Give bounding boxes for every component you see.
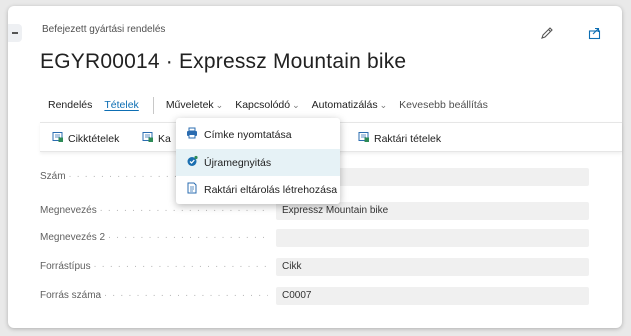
leader-dots: · · · · · · · · · · · · · · · · · · · · … — [99, 205, 268, 216]
tab-tetelek[interactable]: Tételek — [104, 99, 138, 111]
field-label-text: Megnevezés — [40, 205, 97, 216]
pencil-icon[interactable] — [540, 26, 554, 45]
printer-icon — [186, 127, 198, 142]
tab-rendeles[interactable]: Rendelés — [48, 99, 92, 111]
tab-automatizalas[interactable]: Automatizálás ⌄ — [312, 99, 388, 111]
field-megnevezes-2[interactable] — [276, 229, 589, 247]
reopen-icon — [186, 155, 198, 170]
ledger-icon — [52, 131, 64, 146]
cikktetelek-label: Cikktételek — [68, 132, 120, 145]
chevron-down-icon: ⌄ — [215, 100, 224, 110]
tab-automatizalas-label: Automatizálás — [311, 99, 378, 111]
menu-item-label: Raktári eltárolás létrehozása — [204, 183, 338, 196]
document-icon — [186, 182, 198, 197]
field-label-text: Megnevezés 2 — [40, 232, 106, 243]
collapse-pane-button[interactable] — [8, 24, 22, 42]
raktari-tetelek-button[interactable]: Raktári tételek — [358, 131, 441, 146]
field-forrastipus[interactable]: Cikk — [276, 258, 589, 276]
page-card: Befejezett gyártási rendelés EGYR00014 ·… — [8, 6, 622, 328]
raktari-tetelek-label: Raktári tételek — [374, 132, 442, 145]
field-label-megnevezes-2: Megnevezés 2 · · · · · · · · · · · · · ·… — [40, 232, 268, 243]
cikktetelek-button[interactable]: Cikktételek — [52, 131, 119, 146]
tab-muveletek[interactable]: Műveletek ⌄ — [166, 99, 223, 111]
field-label-forrastipus: Forrástípus · · · · · · · · · · · · · · … — [40, 261, 268, 272]
field-label-text: Szám — [40, 171, 66, 182]
ka-button[interactable]: Ka — [142, 131, 171, 146]
action-tabs: Rendelés Tételek Műveletek ⌄ Kapcsolódó ⌄ … — [48, 96, 500, 114]
page-subtitle: Befejezett gyártási rendelés — [42, 24, 166, 35]
muveletek-dropdown-menu: Címke nyomtatása Újramegnyitás Raktári e… — [176, 118, 340, 204]
tab-muveletek-label: Műveletek — [165, 99, 214, 111]
tab-kevesebb-beallitas[interactable]: Kevesebb beállítás — [399, 99, 488, 111]
ledger-icon — [358, 131, 370, 146]
leader-dots: · · · · · · · · · · · · · · · · · · · · … — [93, 261, 268, 272]
field-label-text: Forrástípus — [40, 261, 91, 272]
leader-dots: · · · · · · · · · · · · · · · · · · · · … — [103, 290, 268, 301]
field-forras-szama[interactable]: C0007 — [276, 287, 589, 305]
field-label-forras-szama: Forrás száma · · · · · · · · · · · · · ·… — [40, 290, 268, 301]
menu-item-raktari-eltarolas-letrehozasa[interactable]: Raktári eltárolás létrehozása — [176, 176, 340, 203]
chevron-down-icon: ⌄ — [292, 100, 300, 110]
menu-item-ujramegnyitas[interactable]: Újramegnyitás — [176, 149, 340, 176]
field-label-text: Forrás száma — [40, 290, 102, 301]
leader-dots: · · · · · · · · · · · · · · · · · · · · … — [107, 232, 268, 243]
page-title: EGYR00014 · Expressz Mountain bike — [40, 50, 407, 73]
menu-item-cimke-nyomtatasa[interactable]: Címke nyomtatása — [176, 121, 340, 148]
ka-label: Ka — [158, 132, 171, 145]
tab-separator — [152, 96, 154, 114]
tab-kapcsolodo[interactable]: Kapcsolódó ⌄ — [235, 99, 299, 111]
share-icon[interactable] — [588, 26, 602, 45]
menu-item-label: Újramegnyitás — [204, 156, 272, 169]
tab-kapcsolodo-label: Kapcsolódó — [235, 99, 291, 111]
ledger-icon — [142, 131, 154, 146]
menu-item-label: Címke nyomtatása — [204, 128, 292, 141]
field-label-megnevezes: Megnevezés · · · · · · · · · · · · · · ·… — [40, 205, 268, 216]
chevron-down-icon: ⌄ — [379, 100, 388, 110]
field-megnevezes[interactable]: Expressz Mountain bike — [276, 202, 589, 220]
